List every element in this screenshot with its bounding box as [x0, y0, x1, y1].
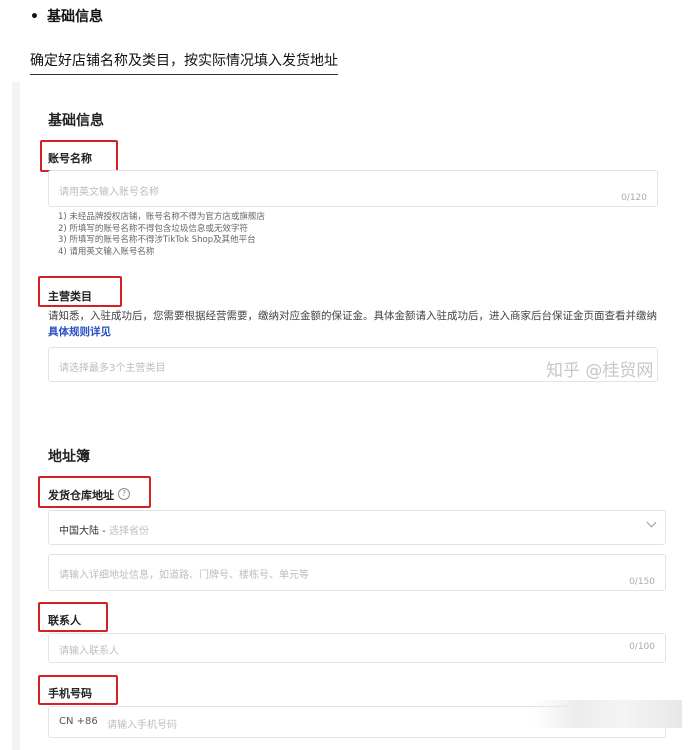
category-placeholder: 请选择最多3个主营类目	[59, 363, 166, 374]
account-name-hints: 1) 未经品牌授权店铺，账号名称不得为官方店或旗舰店 2) 所填写的账号名称不得…	[58, 212, 265, 258]
hint-line: 1) 未经品牌授权店铺，账号名称不得为官方店或旗舰店	[58, 212, 265, 222]
hint-line: 4) 请用英文输入账号名称	[58, 246, 155, 257]
contact-label: 联系人	[48, 614, 81, 627]
address-book-title: 地址簿	[48, 449, 90, 465]
account-name-label: 账号名称	[48, 152, 92, 165]
screenshot-edge	[12, 82, 20, 750]
region-value-text: 中国大陆 -	[59, 526, 109, 537]
phone-label: 手机号码	[48, 687, 92, 700]
account-name-counter: 0/120	[621, 193, 647, 203]
article-heading: • 基础信息	[30, 9, 103, 25]
phone-placeholder: 请输入手机号码	[107, 720, 177, 731]
account-name-input[interactable]: 请用英文输入账号名称 0/120	[48, 170, 658, 207]
category-notice-text: 请知悉，入驻成功后，您需要根据经营需要，缴纳对应金额的保证金。具体金额请入驻成功…	[48, 310, 657, 322]
warehouse-label-text: 发货仓库地址	[48, 489, 114, 502]
form-screenshot: 基础信息 账号名称 请用英文输入账号名称 0/120 1) 未经品牌授权店铺，账…	[12, 82, 684, 750]
country-code[interactable]: CN +86	[59, 716, 98, 727]
hint-line: 3) 所填写的账号名称不得涉TikTok Shop及其他平台	[58, 235, 256, 245]
address-detail-counter: 0/150	[629, 577, 655, 587]
contact-placeholder: 请输入联系人	[59, 646, 119, 657]
basic-info-title: 基础信息	[48, 113, 104, 129]
intro-text: 确定好店铺名称及类目，按实际情况填入发货地址	[30, 50, 338, 75]
region-select[interactable]: 中国大陆 - 选择省份	[48, 510, 666, 545]
category-notice: 请知悉，入驻成功后，您需要根据经营需要，缴纳对应金额的保证金。具体金额请入驻成功…	[48, 308, 668, 340]
warehouse-label: 发货仓库地址	[48, 487, 114, 503]
watermark: 知乎 @桂贸网	[546, 361, 654, 381]
chevron-down-icon	[646, 517, 657, 528]
hint-line: 2) 所填写的账号名称不得包含垃圾信息或无效字符	[58, 223, 248, 234]
contact-input[interactable]: 请输入联系人 0/100	[48, 633, 666, 663]
account-name-placeholder: 请用英文输入账号名称	[59, 187, 159, 198]
contact-counter: 0/100	[629, 642, 655, 652]
blurred-region	[532, 700, 682, 728]
province-placeholder: 选择省份	[108, 526, 149, 537]
rules-link[interactable]: 具体规则详见	[48, 326, 111, 338]
article-heading-text: 基础信息	[46, 9, 103, 25]
region-value: 中国大陆 - 选择省份	[59, 522, 149, 537]
address-detail-placeholder: 请输入详细地址信息，如道路、门牌号、楼栋号、单元等	[59, 570, 309, 581]
category-label: 主营类目	[48, 290, 92, 303]
address-detail-input[interactable]: 请输入详细地址信息，如道路、门牌号、楼栋号、单元等 0/150	[48, 554, 666, 591]
help-icon[interactable]: ?	[118, 488, 130, 500]
